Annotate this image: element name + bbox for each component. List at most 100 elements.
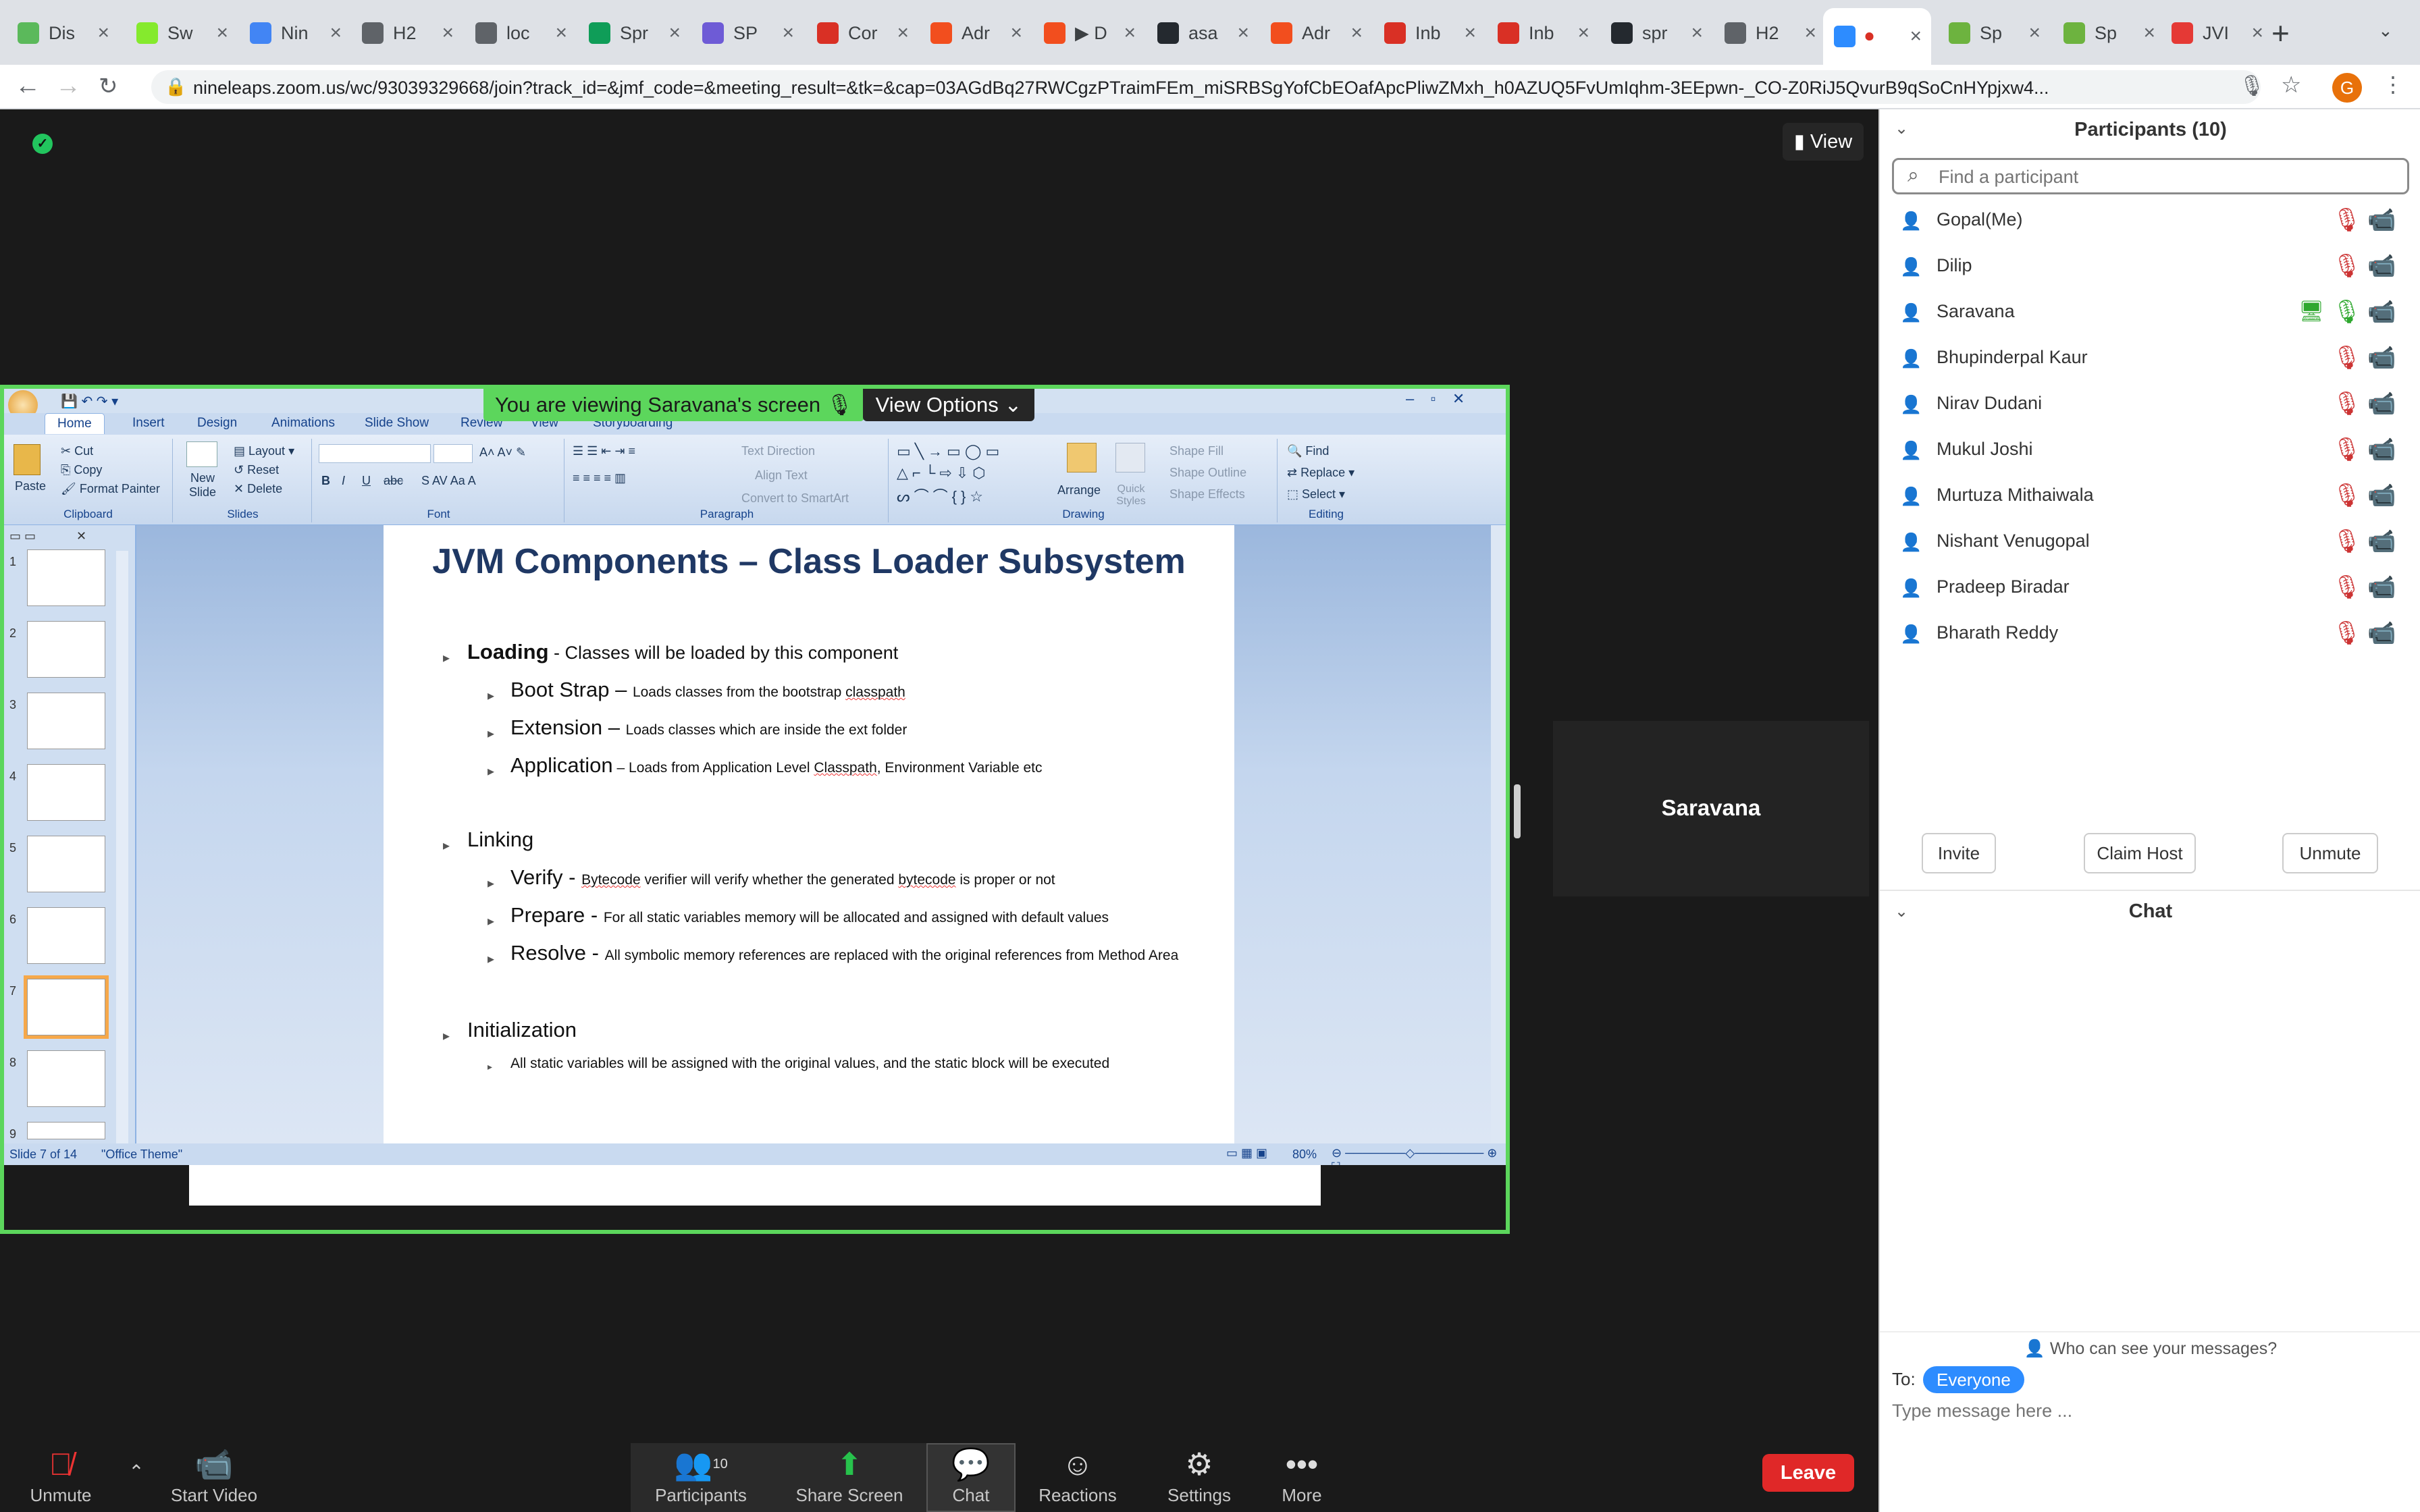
font-family-select[interactable]	[319, 444, 431, 463]
shapes-gallery[interactable]: ▭╲→▭◯▭	[897, 443, 1003, 460]
chat-button[interactable]: 💬 Chat	[929, 1443, 1013, 1512]
copy-button[interactable]: ⎘ Copy	[61, 463, 102, 477]
encryption-shield-icon[interactable]: ✓	[32, 134, 53, 154]
participant-row[interactable]: 👤 Pradeep Biradar 🎙 📹	[1880, 564, 2420, 610]
font-misc-icons[interactable]: S AV Aa A	[421, 474, 476, 488]
tab-search-icon[interactable]: ⌄	[2378, 20, 2393, 41]
slide-thumbnail[interactable]	[27, 764, 105, 821]
paste-button[interactable]: Paste	[15, 479, 46, 493]
tab-close-icon[interactable]: ×	[1464, 22, 1476, 45]
ribbon-tab[interactable]: Design	[197, 416, 237, 431]
unmute-me-button[interactable]: Unmute	[2282, 833, 2378, 873]
tab-close-icon[interactable]: ×	[97, 22, 109, 45]
browser-tab[interactable]: H2 ×	[1714, 9, 1826, 57]
tab-close-icon[interactable]: ×	[1010, 22, 1022, 45]
ribbon-tab[interactable]: Slide Show	[365, 416, 429, 431]
slide[interactable]: JVM Components – Class Loader Subsystem …	[384, 525, 1234, 1143]
slide-thumbnail[interactable]	[27, 693, 105, 749]
share-screen-button[interactable]: ⬆ Share Screen	[793, 1443, 906, 1512]
cut-button[interactable]: ✂ Cut	[61, 444, 93, 458]
slide-thumbnail[interactable]	[27, 907, 105, 964]
strikethrough-icon[interactable]: abc	[384, 474, 403, 488]
address-bar[interactable]: 🔒 nineleaps.zoom.us/wc/93039329668/join?…	[151, 70, 2261, 104]
leave-button[interactable]: Leave	[1762, 1454, 1854, 1492]
browser-tab[interactable]: Spr ×	[578, 9, 690, 57]
who-can-see-link[interactable]: 👤 Who can see your messages?	[1880, 1339, 2420, 1359]
tab-close-icon[interactable]: ×	[897, 22, 909, 45]
italic-icon[interactable]: I	[342, 474, 345, 488]
grow-shrink-font-icons[interactable]: A˄ A˅ ✎	[479, 446, 526, 460]
align-text-button[interactable]: Align Text	[755, 468, 808, 483]
underline-icon[interactable]: U	[362, 474, 371, 488]
convert-smartart-button[interactable]: Convert to SmartArt	[741, 491, 849, 506]
quick-styles-button[interactable]: Quick Styles	[1107, 483, 1155, 508]
tab-close-icon[interactable]: ×	[668, 22, 681, 45]
tab-close-icon[interactable]: ×	[216, 22, 228, 45]
bookmark-star-icon[interactable]: ☆	[2281, 72, 2301, 99]
shapes-gallery-row3[interactable]: ᔕ⌒⌒{}☆	[897, 485, 987, 506]
browser-tab[interactable]: Adr ×	[920, 9, 1032, 57]
participant-search[interactable]: ⌕	[1892, 158, 2409, 194]
recipient-dropdown[interactable]: Everyone	[1923, 1366, 2024, 1393]
participant-row[interactable]: 👤 Nishant Venugopal 🎙 📹	[1880, 518, 2420, 564]
browser-tab[interactable]: asa ×	[1147, 9, 1259, 57]
quick-access-icons[interactable]: 💾 ↶ ↷ ▾	[61, 393, 118, 410]
slide-thumbnail[interactable]	[27, 549, 105, 606]
tab-close-icon[interactable]: ×	[1910, 25, 1922, 48]
browser-tab[interactable]: Dis ×	[7, 9, 119, 57]
url-text[interactable]: nineleaps.zoom.us/wc/93039329668/join?tr…	[193, 78, 2219, 99]
arrange-button[interactable]: Arrange	[1057, 483, 1101, 497]
browser-tab[interactable]: Cor ×	[806, 9, 918, 57]
format-painter-button[interactable]: 🖌 Format Painter	[61, 482, 160, 496]
tab-close-icon[interactable]: ×	[1577, 22, 1589, 45]
tab-close-icon[interactable]: ×	[1124, 22, 1136, 45]
panel-resize-handle[interactable]	[1514, 784, 1521, 838]
invite-button[interactable]: Invite	[1922, 833, 1996, 873]
speaker-video-tile[interactable]: Saravana	[1553, 721, 1869, 896]
browser-tab[interactable]: Nin ×	[239, 9, 351, 57]
tab-close-icon[interactable]: ×	[442, 22, 454, 45]
audio-options-caret-icon[interactable]: ⌃	[123, 1461, 150, 1488]
profile-avatar[interactable]: G	[2332, 73, 2362, 103]
participant-row[interactable]: 👤 Saravana 🖥 🎙 📹	[1880, 289, 2420, 335]
view-options-button[interactable]: View Options ⌄	[863, 389, 1034, 421]
tab-close-icon[interactable]: ×	[1350, 22, 1363, 45]
shape-fill-button[interactable]: Shape Fill	[1169, 444, 1224, 458]
claim-host-button[interactable]: Claim Host	[2084, 833, 2196, 873]
tab-close-icon[interactable]: ×	[1691, 22, 1703, 45]
slide-scrollbar[interactable]	[1491, 525, 1506, 1143]
unmute-button[interactable]: 🎙̸ Unmute	[19, 1443, 103, 1512]
start-video-button[interactable]: 📹 Start Video	[165, 1443, 263, 1512]
microphone-icon[interactable]: 🎙	[2239, 74, 2265, 98]
slide-thumbnail[interactable]	[27, 836, 105, 892]
tab-close-icon[interactable]: ×	[2143, 22, 2155, 45]
tab-close-icon[interactable]: ×	[2251, 22, 2263, 45]
thumbnail-pane-tabs[interactable]: ▭ ▭ ✕	[9, 529, 86, 543]
ribbon-tab[interactable]: Animations	[271, 416, 335, 431]
ribbon-tab[interactable]: Insert	[132, 416, 165, 431]
participant-row[interactable]: 👤 Gopal(Me) 🎙 📹	[1880, 197, 2420, 243]
browser-tab[interactable]: Sw ×	[126, 9, 238, 57]
browser-tab[interactable]: ▶ D ×	[1033, 9, 1145, 57]
participant-search-input[interactable]	[1939, 165, 2398, 188]
shape-effects-button[interactable]: Shape Effects	[1169, 487, 1245, 502]
reload-icon[interactable]: ↻	[99, 73, 118, 100]
back-icon[interactable]: ←	[15, 72, 41, 101]
tab-close-icon[interactable]: ×	[782, 22, 794, 45]
new-slide-button[interactable]: New Slide	[182, 471, 223, 500]
participant-row[interactable]: 👤 Murtuza Mithaiwala 🎙 📹	[1880, 473, 2420, 518]
slide-thumbnail[interactable]	[24, 975, 109, 1039]
tab-close-icon[interactable]: ×	[1804, 22, 1816, 45]
tab-close-icon[interactable]: ×	[555, 22, 567, 45]
browser-tab[interactable]: SP ×	[691, 9, 804, 57]
select-button[interactable]: ⬚ Select ▾	[1287, 487, 1345, 502]
window-controls[interactable]: – ▫ ✕	[1406, 390, 1465, 408]
browser-tab[interactable]: spr ×	[1600, 9, 1712, 57]
participant-row[interactable]: 👤 Dilip 🎙 📹	[1880, 243, 2420, 289]
font-size-select[interactable]	[433, 444, 473, 463]
shape-outline-button[interactable]: Shape Outline	[1169, 466, 1246, 480]
browser-tab[interactable]: Sp ×	[1938, 9, 2050, 57]
reset-button[interactable]: ↺ Reset	[234, 463, 279, 477]
chat-message-input[interactable]	[1892, 1396, 2405, 1426]
thumbnail-scrollbar[interactable]	[116, 551, 128, 1145]
